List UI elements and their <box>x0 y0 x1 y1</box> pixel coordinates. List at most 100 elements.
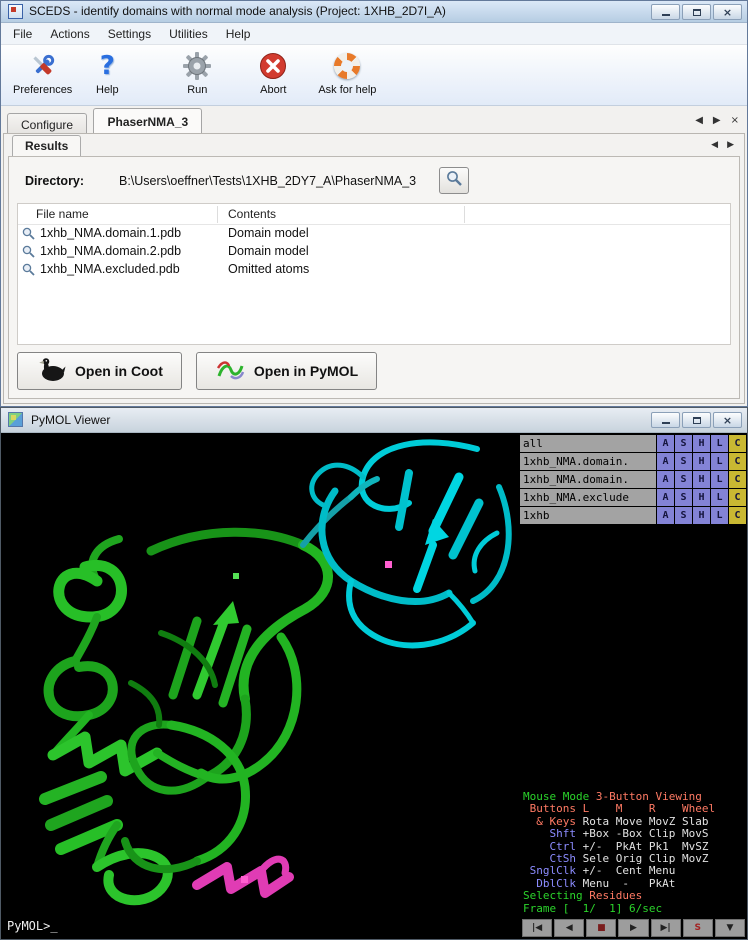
object-s-button[interactable]: S <box>675 435 692 452</box>
object-l-button[interactable]: L <box>711 471 728 488</box>
ask-for-help-button[interactable]: Ask for help <box>318 49 376 96</box>
close-button[interactable]: × <box>713 4 742 20</box>
gear-icon <box>182 49 212 83</box>
object-h-button[interactable]: H <box>693 453 710 470</box>
sceds-window-title: SCEDS - identify domains with normal mod… <box>29 4 446 18</box>
object-name[interactable]: 1xhb_NMA.exclude <box>520 489 656 506</box>
sceds-window-controls: × <box>649 4 742 20</box>
playback-stop-button[interactable]: ■ <box>586 919 616 937</box>
object-name[interactable]: 1xhb <box>520 507 656 524</box>
action-buttons: Open in Coot Open in PyMOL <box>17 352 391 390</box>
object-row: 1xhbASHLC <box>520 507 747 524</box>
object-c-button[interactable]: C <box>729 453 746 470</box>
object-row: 1xhb_NMA.excludeASHLC <box>520 489 747 506</box>
maximize-button[interactable] <box>682 4 711 20</box>
menu-utilities[interactable]: Utilities <box>169 27 218 41</box>
pymol-command-prompt[interactable]: PyMOL>_ <box>7 919 58 933</box>
object-h-button[interactable]: H <box>693 489 710 506</box>
object-a-button[interactable]: A <box>657 489 674 506</box>
object-l-button[interactable]: L <box>711 489 728 506</box>
object-h-button[interactable]: H <box>693 435 710 452</box>
tab-phasernma-3[interactable]: PhaserNMA_3 <box>93 108 202 133</box>
tab-scroll-right-icon[interactable]: ▶ <box>713 115 721 126</box>
open-in-coot-button[interactable]: Open in Coot <box>17 352 182 390</box>
object-name[interactable]: 1xhb_NMA.domain. <box>520 453 656 470</box>
file-row[interactable]: 1xhb_NMA.domain.1.pdbDomain model <box>18 225 730 243</box>
object-a-button[interactable]: A <box>657 507 674 524</box>
minimize-button[interactable] <box>651 412 680 428</box>
maximize-icon <box>693 9 701 16</box>
playback-step-forward-button[interactable]: ▶| <box>651 919 681 937</box>
object-c-button[interactable]: C <box>729 489 746 506</box>
magnifier-icon <box>22 227 35 243</box>
object-a-button[interactable]: A <box>657 435 674 452</box>
pymol-titlebar[interactable]: PyMOL Viewer × <box>1 408 747 433</box>
tab-scroll-left-icon[interactable]: ◀ <box>695 115 703 126</box>
object-a-button[interactable]: A <box>657 471 674 488</box>
file-row[interactable]: 1xhb_NMA.domain.2.pdbDomain model <box>18 243 730 261</box>
phasernma-frame: Results ◀ ▶ Directory: B:\Users\oeffner\… <box>3 133 745 404</box>
object-s-button[interactable]: S <box>675 453 692 470</box>
inner-scroll-left-icon[interactable]: ◀ <box>711 140 718 150</box>
pymol-viewport[interactable]: PyMOL>_ <box>1 433 522 939</box>
close-button[interactable]: × <box>713 412 742 428</box>
playback-scene-button[interactable]: S <box>683 919 713 937</box>
tab-close-icon[interactable]: × <box>731 115 739 126</box>
abort-x-icon <box>259 49 287 83</box>
abort-button[interactable]: Abort <box>248 49 298 96</box>
object-a-button[interactable]: A <box>657 453 674 470</box>
close-icon: × <box>723 7 732 18</box>
object-name[interactable]: all <box>520 435 656 452</box>
preferences-button[interactable]: Preferences <box>13 49 72 96</box>
help-button[interactable]: ? Help <box>82 49 132 96</box>
magnifier-icon <box>22 245 35 261</box>
tab-results[interactable]: Results <box>12 135 81 156</box>
menu-settings[interactable]: Settings <box>108 27 161 41</box>
object-row: 1xhb_NMA.domain.ASHLC <box>520 471 747 488</box>
directory-row: Directory: B:\Users\oeffner\Tests\1XHB_2… <box>23 169 725 197</box>
file-row[interactable]: 1xhb_NMA.excluded.pdbOmitted atoms <box>18 261 730 279</box>
object-row: 1xhb_NMA.domain.ASHLC <box>520 453 747 470</box>
maximize-button[interactable] <box>682 412 711 428</box>
object-c-button[interactable]: C <box>729 435 746 452</box>
files-table: File name Contents 1xhb_NMA.domain.1.pdb… <box>17 203 731 345</box>
minimize-button[interactable] <box>651 4 680 20</box>
mouse-panel: Mouse Mode 3-Button Viewing Buttons L M … <box>523 791 715 915</box>
object-c-button[interactable]: C <box>729 507 746 524</box>
menu-file[interactable]: File <box>13 27 42 41</box>
column-contents[interactable]: Contents <box>228 207 276 221</box>
playback-more-button[interactable]: ▼ <box>715 919 745 937</box>
object-s-button[interactable]: S <box>675 507 692 524</box>
maximize-icon <box>693 417 701 424</box>
playback-play-button[interactable]: ▶ <box>618 919 648 937</box>
object-s-button[interactable]: S <box>675 471 692 488</box>
pymol-window-controls: × <box>649 412 742 428</box>
inner-scroll-right-icon[interactable]: ▶ <box>727 140 734 150</box>
object-panel: allASHLC1xhb_NMA.domain.ASHLC1xhb_NMA.do… <box>520 433 747 524</box>
menu-actions[interactable]: Actions <box>50 27 99 41</box>
menu-help[interactable]: Help <box>226 27 261 41</box>
object-h-button[interactable]: H <box>693 507 710 524</box>
object-h-button[interactable]: H <box>693 471 710 488</box>
run-button[interactable]: Run <box>172 49 222 96</box>
help-question-icon: ? <box>100 49 115 83</box>
object-l-button[interactable]: L <box>711 453 728 470</box>
preferences-tools-icon <box>28 49 58 83</box>
protein-structure <box>1 433 522 939</box>
playback-rewind-button[interactable]: |◀ <box>522 919 552 937</box>
object-l-button[interactable]: L <box>711 435 728 452</box>
object-l-button[interactable]: L <box>711 507 728 524</box>
inner-tab-nav: ◀ ▶ <box>711 140 734 150</box>
column-file-name[interactable]: File name <box>36 207 89 221</box>
pymol-side-panel: allASHLC1xhb_NMA.domain.ASHLC1xhb_NMA.do… <box>520 433 747 939</box>
object-s-button[interactable]: S <box>675 489 692 506</box>
open-in-pymol-button[interactable]: Open in PyMOL <box>196 352 377 390</box>
sceds-titlebar[interactable]: SCEDS - identify domains with normal mod… <box>1 1 747 23</box>
file-name: 1xhb_NMA.domain.1.pdb <box>40 226 181 240</box>
browse-directory-button[interactable] <box>439 167 469 194</box>
magnifier-icon <box>446 170 463 192</box>
object-c-button[interactable]: C <box>729 471 746 488</box>
playback-step-back-button[interactable]: ◀ <box>554 919 584 937</box>
object-name[interactable]: 1xhb_NMA.domain. <box>520 471 656 488</box>
files-table-header: File name Contents <box>18 204 730 225</box>
